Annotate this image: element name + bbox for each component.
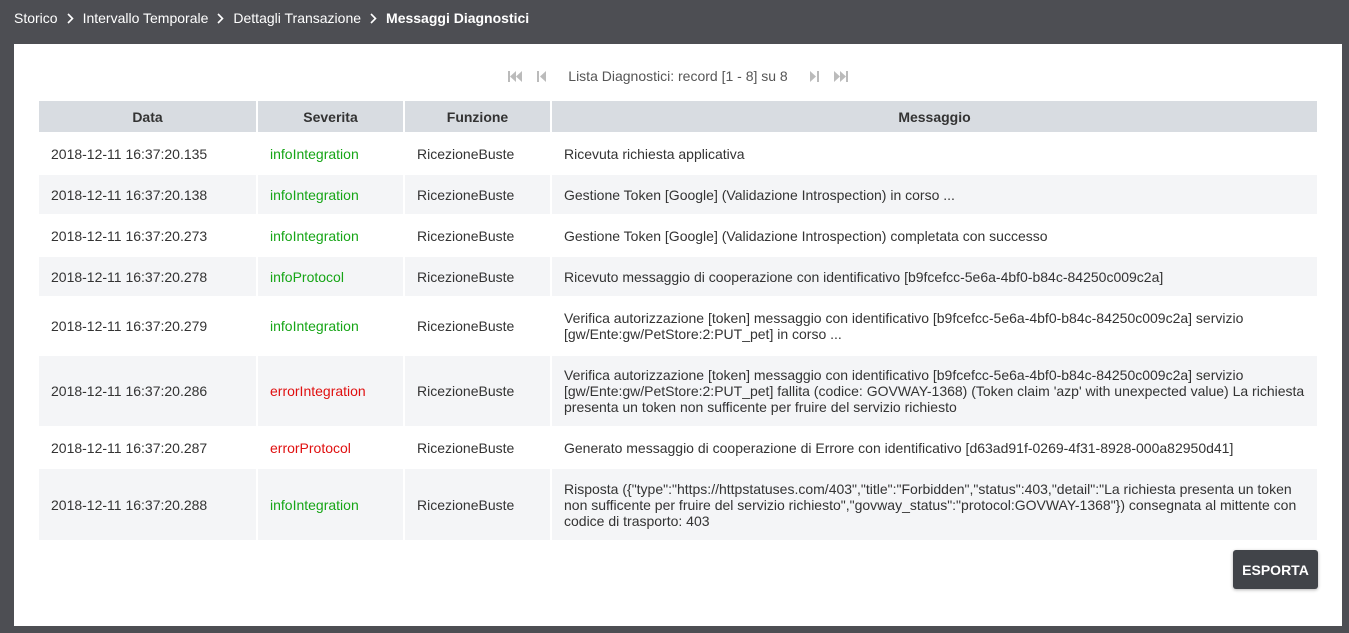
cell-funzione: RicezioneBuste <box>404 255 552 297</box>
cell-messaggio: Gestione Token [Google] (Validazione Int… <box>551 214 1317 256</box>
cell-messaggio: Ricevuta richiesta applicativa <box>551 132 1317 174</box>
cell-funzione: RicezioneBuste <box>404 296 552 355</box>
cell-messaggio: Ricevuto messaggio di cooperazione con i… <box>551 255 1317 297</box>
cell-data: 2018-12-11 16:37:20.278 <box>39 255 258 297</box>
table-row: 2018-12-11 16:37:20.278 infoProtocol Ric… <box>39 255 1317 297</box>
cell-severita: infoIntegration <box>257 173 405 215</box>
column-header-funzione[interactable]: Funzione <box>404 101 552 133</box>
first-page-icon[interactable] <box>507 68 523 84</box>
last-page-icon[interactable] <box>833 68 849 84</box>
cell-messaggio: Verifica autorizzazione [token] messaggi… <box>551 354 1317 427</box>
cell-messaggio: Verifica autorizzazione [token] messaggi… <box>551 296 1317 355</box>
cell-funzione: RicezioneBuste <box>404 173 552 215</box>
breadcrumb-dettagli-transazione[interactable]: Dettagli Transazione <box>233 10 361 26</box>
column-header-data[interactable]: Data <box>39 101 258 133</box>
cell-messaggio: Generato messaggio di cooperazione di Er… <box>551 426 1317 468</box>
cell-data: 2018-12-11 16:37:20.287 <box>39 426 258 468</box>
cell-data: 2018-12-11 16:37:20.135 <box>39 132 258 174</box>
table-row: 2018-12-11 16:37:20.288 infoIntegration … <box>39 467 1317 540</box>
cell-severita: errorIntegration <box>257 354 405 427</box>
table-row: 2018-12-11 16:37:20.286 errorIntegration… <box>39 354 1317 427</box>
chevron-right-icon <box>370 12 377 24</box>
cell-funzione: RicezioneBuste <box>404 214 552 256</box>
cell-data: 2018-12-11 16:37:20.273 <box>39 214 258 256</box>
chevron-right-icon <box>67 12 74 24</box>
table-header-row: Data Severita Funzione Messaggio <box>39 101 1317 133</box>
cell-severita: infoIntegration <box>257 296 405 355</box>
table-row: 2018-12-11 16:37:20.138 infoIntegration … <box>39 173 1317 215</box>
column-header-messaggio[interactable]: Messaggio <box>551 101 1317 133</box>
breadcrumb-intervallo-temporale[interactable]: Intervallo Temporale <box>83 10 209 26</box>
cell-messaggio: Risposta ({"type":"https://httpstatuses.… <box>551 467 1317 540</box>
pager: Lista Diagnostici: record [1 - 8] su 8 <box>14 66 1342 86</box>
previous-page-icon[interactable] <box>533 68 549 84</box>
next-page-icon[interactable] <box>807 68 823 84</box>
cell-severita: infoIntegration <box>257 467 405 540</box>
diagnostics-table: Data Severita Funzione Messaggio 2018-12… <box>39 101 1317 540</box>
cell-data: 2018-12-11 16:37:20.138 <box>39 173 258 215</box>
pager-info: Lista Diagnostici: record [1 - 8] su 8 <box>568 68 788 84</box>
export-button[interactable]: ESPORTA <box>1233 550 1318 589</box>
column-header-severita[interactable]: Severita <box>257 101 405 133</box>
table-row: 2018-12-11 16:37:20.135 infoIntegration … <box>39 132 1317 174</box>
cell-data: 2018-12-11 16:37:20.286 <box>39 354 258 427</box>
table-row: 2018-12-11 16:37:20.273 infoIntegration … <box>39 214 1317 256</box>
breadcrumb-storico[interactable]: Storico <box>14 10 58 26</box>
breadcrumb-current: Messaggi Diagnostici <box>386 10 530 26</box>
table-row: 2018-12-11 16:37:20.287 errorProtocol Ri… <box>39 426 1317 468</box>
table-row: 2018-12-11 16:37:20.279 infoIntegration … <box>39 296 1317 355</box>
cell-funzione: RicezioneBuste <box>404 426 552 468</box>
cell-severita: infoIntegration <box>257 132 405 174</box>
chevron-right-icon <box>217 12 225 24</box>
cell-funzione: RicezioneBuste <box>404 132 552 174</box>
cell-data: 2018-12-11 16:37:20.288 <box>39 467 258 540</box>
cell-funzione: RicezioneBuste <box>404 354 552 427</box>
cell-messaggio: Gestione Token [Google] (Validazione Int… <box>551 173 1317 215</box>
cell-severita: errorProtocol <box>257 426 405 468</box>
breadcrumb: Storico Intervallo Temporale Dettagli Tr… <box>14 0 529 36</box>
cell-funzione: RicezioneBuste <box>404 467 552 540</box>
cell-severita: infoIntegration <box>257 214 405 256</box>
diagnostics-panel: Lista Diagnostici: record [1 - 8] su 8 D… <box>14 44 1342 626</box>
cell-data: 2018-12-11 16:37:20.279 <box>39 296 258 355</box>
cell-severita: infoProtocol <box>257 255 405 297</box>
